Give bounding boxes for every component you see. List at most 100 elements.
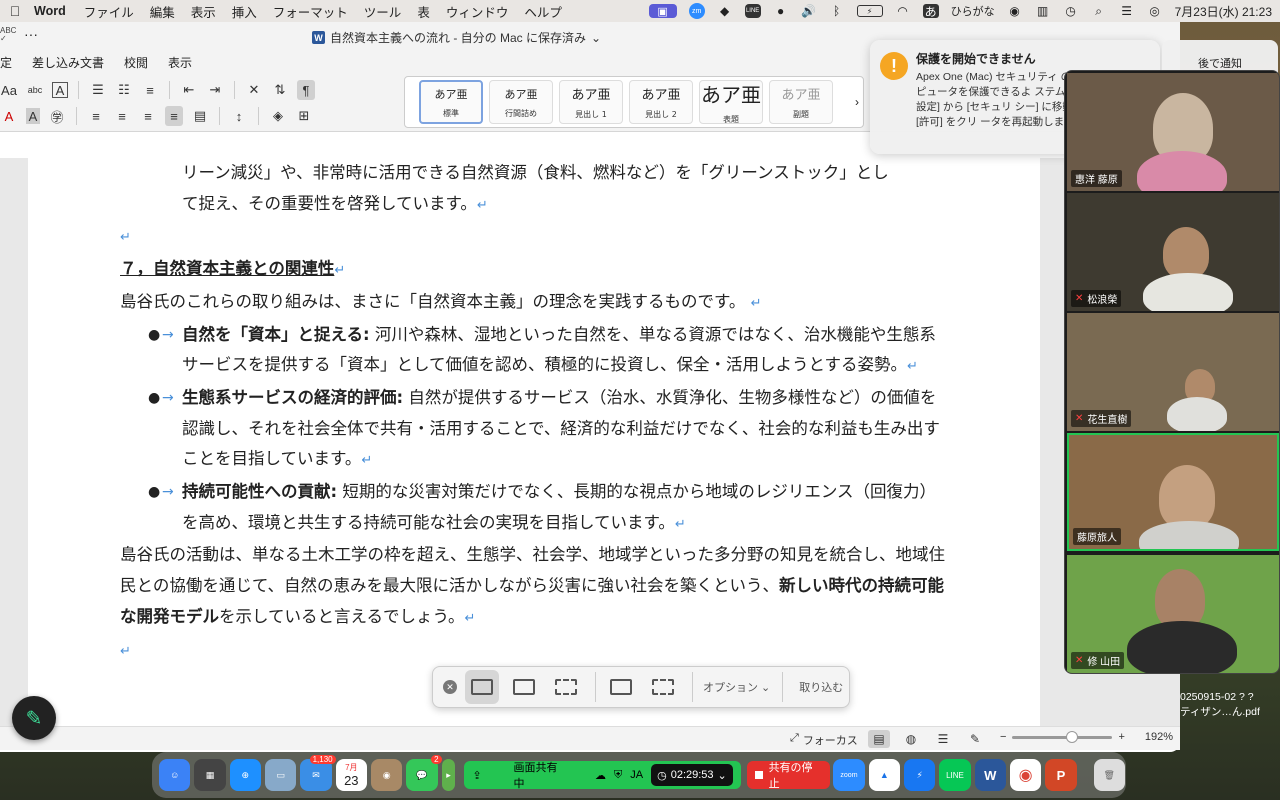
- zoom-out-button[interactable]: −: [1000, 731, 1006, 743]
- options-menu[interactable]: オプション ⌄: [703, 679, 770, 695]
- chevron-right-icon[interactable]: ›: [855, 95, 859, 109]
- apple-icon[interactable]: : [0, 3, 30, 19]
- borders-icon[interactable]: ⊞: [295, 106, 313, 126]
- capture-window-button[interactable]: [507, 670, 541, 704]
- style-title[interactable]: あア亜 表題: [699, 80, 763, 124]
- menu-edit[interactable]: 編集: [142, 2, 183, 21]
- document-title[interactable]: W 自然資本主義への流れ - 自分の Mac に保存済み ⌄: [312, 29, 601, 46]
- battery-icon[interactable]: ⚡: [856, 5, 883, 17]
- menu-clock[interactable]: 7月23日(水) 21:23: [1175, 3, 1272, 20]
- menu-tools[interactable]: ツール: [356, 2, 410, 21]
- more-icon[interactable]: ···: [24, 26, 38, 42]
- siri-icon[interactable]: ◎: [1147, 4, 1163, 18]
- safari-icon[interactable]: ⊕: [229, 759, 261, 791]
- menu-file[interactable]: ファイル: [76, 2, 142, 21]
- close-icon[interactable]: ✕: [443, 680, 457, 694]
- style-no-spacing[interactable]: あア亜 行間詰め: [489, 80, 553, 124]
- style-subtitle[interactable]: あア亜 副題: [769, 80, 833, 124]
- tab-mailings[interactable]: 差し込み文書: [32, 54, 104, 71]
- zoom-in-button[interactable]: +: [1118, 731, 1124, 743]
- zoom-slider-thumb[interactable]: [1066, 730, 1079, 743]
- bluetooth-icon[interactable]: ᛒ: [829, 4, 845, 18]
- powerpoint-icon[interactable]: P: [1045, 759, 1077, 791]
- bullet-list-icon[interactable]: ☰: [89, 80, 107, 100]
- word-app-icon[interactable]: W: [974, 759, 1006, 791]
- spotlight-search-icon[interactable]: ⌕: [1091, 4, 1107, 18]
- contacts-icon[interactable]: ◉: [370, 759, 403, 791]
- change-case-icon[interactable]: Aa: [0, 80, 18, 100]
- screen-sharing-bar[interactable]: ⇪ 画面共有中 ☁ ⛨ JA ◷ 02:29:53 ⌄: [464, 761, 741, 790]
- trash-icon[interactable]: 🗑: [1093, 759, 1125, 791]
- style-heading-1[interactable]: あア亜 見出し 1: [559, 80, 623, 124]
- tab-view[interactable]: 表示: [168, 54, 192, 71]
- messenger-icon[interactable]: ⚡: [903, 759, 936, 791]
- style-normal[interactable]: あア亜 標準: [419, 80, 483, 124]
- align-center-icon[interactable]: ≡: [113, 106, 131, 126]
- line-app-icon[interactable]: LINE: [939, 759, 971, 791]
- line-icon[interactable]: LINE: [744, 4, 761, 18]
- tab-design[interactable]: 定: [0, 54, 12, 71]
- focus-button[interactable]: ⤢ フォーカス: [790, 732, 858, 748]
- battery-meter-icon[interactable]: ▥: [1035, 4, 1051, 18]
- user-icon[interactable]: ◉: [1007, 4, 1023, 18]
- chrome-icon[interactable]: ◉: [1009, 759, 1042, 791]
- spelling-check-icon[interactable]: ABC ✓: [0, 27, 16, 43]
- web-layout-icon[interactable]: ◍: [900, 730, 922, 748]
- document-page[interactable]: リーン減災」や、非常時に活用できる自然資源（食料、燃料など）を「グリーンストック…: [28, 158, 1040, 728]
- tab-review[interactable]: 校閲: [124, 54, 148, 71]
- style-heading-2[interactable]: あア亜 見出し 2: [629, 80, 693, 124]
- capture-entire-screen-button[interactable]: [465, 670, 499, 704]
- screen-share-icon[interactable]: ▣: [648, 4, 677, 18]
- video-tile[interactable]: ✕ 修 山田: [1067, 555, 1279, 673]
- zoom-slider[interactable]: [1012, 730, 1113, 743]
- calendar-icon[interactable]: 7月 23: [335, 759, 367, 791]
- align-right-icon[interactable]: ≡: [139, 106, 157, 126]
- line-spacing-icon[interactable]: ↕: [230, 106, 248, 126]
- stop-share-button[interactable]: 共有の停止: [746, 761, 831, 790]
- justify-icon[interactable]: ≡: [165, 106, 183, 126]
- menu-format[interactable]: フォーマット: [265, 2, 356, 21]
- record-selection-button[interactable]: [646, 670, 680, 704]
- menu-window[interactable]: ウィンドウ: [438, 2, 517, 21]
- text-direction-icon[interactable]: ✕: [245, 80, 263, 100]
- menu-insert[interactable]: 挿入: [224, 2, 265, 21]
- drive-icon[interactable]: ▲: [868, 759, 900, 791]
- share-timer[interactable]: ◷ 02:29:53 ⌄: [651, 764, 733, 786]
- menu-table[interactable]: 表: [409, 2, 438, 21]
- edit-pen-button[interactable]: ✎: [12, 696, 56, 740]
- zoom-app-icon[interactable]: zoom: [833, 759, 865, 791]
- input-method-label[interactable]: ひらがな: [951, 3, 995, 19]
- input-mode-icon[interactable]: あ: [922, 4, 939, 19]
- finder-icon[interactable]: ☺: [159, 759, 191, 791]
- menu-app-name[interactable]: Word: [30, 4, 76, 18]
- mail-icon[interactable]: ✉ 1,130: [300, 755, 336, 791]
- character-shading-icon[interactable]: A: [26, 108, 40, 124]
- enclosed-character-icon[interactable]: ㊫: [48, 106, 66, 126]
- draft-view-icon[interactable]: ✎: [964, 730, 986, 748]
- wifi-icon[interactable]: ◠: [895, 4, 911, 18]
- video-tile-active-speaker[interactable]: 藤原旅人: [1067, 433, 1279, 551]
- decrease-indent-icon[interactable]: ⇤: [180, 80, 198, 100]
- character-border-icon[interactable]: A: [52, 82, 68, 98]
- font-color-icon[interactable]: A: [0, 106, 18, 126]
- numbered-list-icon[interactable]: ☷: [115, 80, 133, 100]
- align-left-icon[interactable]: ≡: [87, 106, 105, 126]
- zoom-icon[interactable]: zm: [688, 3, 705, 19]
- reader-icon[interactable]: ●: [773, 4, 789, 18]
- messages-icon[interactable]: 💬 2: [406, 755, 442, 791]
- phonetic-guide-icon[interactable]: abc: [26, 80, 44, 100]
- video-tile[interactable]: 惠洋 藤原: [1067, 73, 1279, 191]
- menu-view[interactable]: 表示: [183, 2, 224, 21]
- shading-icon[interactable]: ◈: [269, 106, 287, 126]
- preview-icon[interactable]: ▭: [264, 759, 297, 791]
- video-tile[interactable]: ✕ 花生直樹: [1067, 313, 1279, 431]
- distributed-icon[interactable]: ▤: [191, 106, 209, 126]
- control-center-icon[interactable]: ☰: [1119, 4, 1135, 18]
- document-body[interactable]: リーン減災」や、非常時に活用できる自然資源（食料、燃料など）を「グリーンストック…: [120, 158, 952, 667]
- dropbox-icon[interactable]: ◆: [717, 4, 733, 18]
- outline-view-icon[interactable]: ☰: [932, 730, 954, 748]
- record-screen-button[interactable]: [604, 670, 638, 704]
- menu-help[interactable]: ヘルプ: [516, 2, 570, 21]
- capture-selection-button[interactable]: [549, 670, 583, 704]
- zoom-level[interactable]: 192%: [1145, 731, 1173, 743]
